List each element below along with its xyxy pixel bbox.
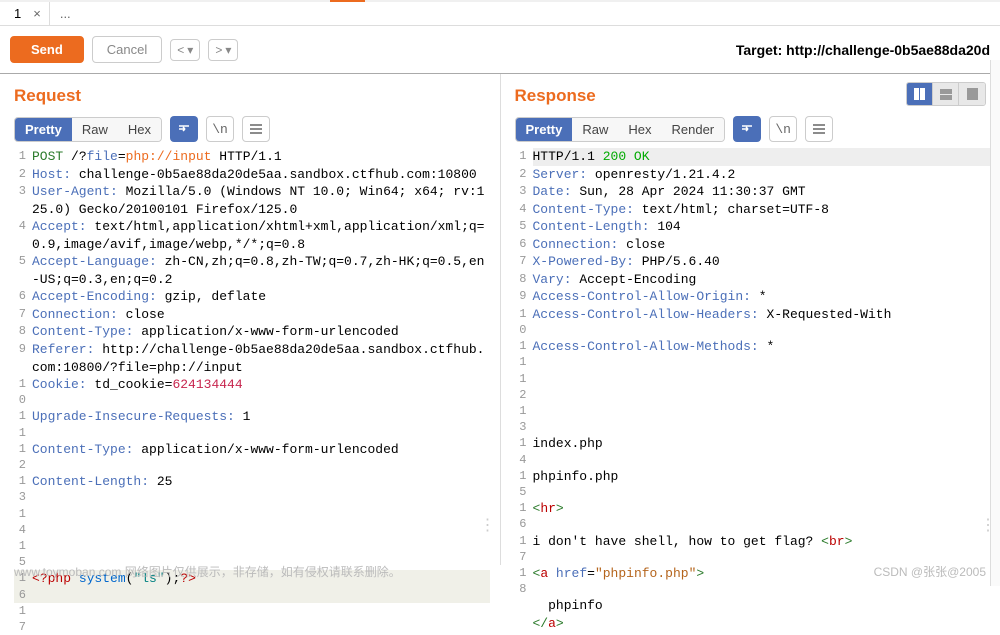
code-line: 13Content-Length: 25: [14, 473, 490, 505]
code-line: 6Accept-Encoding: gzip, deflate: [14, 288, 490, 306]
request-code[interactable]: 1POST /?file=php://input HTTP/1.12Host: …: [14, 148, 490, 635]
layout-columns[interactable]: [907, 83, 933, 105]
action-bar: Send Cancel < ▾ > ▾ Target: http://chall…: [0, 26, 1000, 74]
target-label: Target: http://challenge-0b5ae88da20d: [736, 42, 990, 58]
hamburger-icon[interactable]: [242, 116, 270, 142]
code-line: 2Host: challenge-0b5ae88da20de5aa.sandbo…: [14, 166, 490, 184]
code-line: </a>: [515, 615, 991, 633]
right-sidebar: [990, 60, 1000, 586]
cancel-button[interactable]: Cancel: [92, 36, 162, 63]
send-button[interactable]: Send: [10, 36, 84, 63]
tab-overflow[interactable]: ...: [50, 6, 81, 21]
code-line: 14: [14, 506, 490, 538]
code-line: 15phpinfo.php: [515, 468, 991, 500]
layout-toggles: [906, 82, 986, 106]
request-view-tabs: PrettyRawHex: [14, 117, 162, 142]
chevron-right-icon: >: [215, 43, 222, 57]
watermark: www.toymoban.com 网络图片仅供展示，非存储，如有侵权请联系删除。: [14, 563, 401, 580]
view-tab-raw[interactable]: Raw: [72, 118, 118, 141]
layout-rows[interactable]: [933, 83, 959, 105]
code-line: 11Access-Control-Allow-Methods: *: [515, 338, 991, 370]
nav-forward-group[interactable]: > ▾: [208, 39, 238, 61]
drag-handle-icon[interactable]: ⋮: [480, 515, 496, 535]
code-line: 3User-Agent: Mozilla/5.0 (Windows NT 10.…: [14, 183, 490, 218]
code-line: 11Upgrade-Insecure-Requests: 1: [14, 408, 490, 440]
code-line: 8Content-Type: application/x-www-form-ur…: [14, 323, 490, 341]
n-toggle[interactable]: \n: [206, 116, 234, 142]
code-line: 3Date: Sun, 28 Apr 2024 11:30:37 GMT: [515, 183, 991, 201]
caret-down-icon: ▾: [225, 43, 231, 57]
code-line: 8Vary: Accept-Encoding: [515, 271, 991, 289]
view-tab-pretty[interactable]: Pretty: [15, 118, 72, 141]
tabs-bar: 1 × ...: [0, 2, 1000, 26]
hamburger-icon[interactable]: [805, 116, 833, 142]
code-line: 13: [515, 403, 991, 435]
view-tab-hex[interactable]: Hex: [618, 118, 661, 141]
code-line: phpinfo: [515, 597, 991, 615]
code-line: 5Accept-Language: zh-CN,zh;q=0.8,zh-TW;q…: [14, 253, 490, 288]
code-line: 5Content-Length: 104: [515, 218, 991, 236]
newline-toggle[interactable]: [170, 116, 198, 142]
nav-back-group[interactable]: < ▾: [170, 39, 200, 61]
code-line: 12Content-Type: application/x-www-form-u…: [14, 441, 490, 473]
tab-1[interactable]: 1 ×: [0, 2, 50, 25]
code-line: 9Referer: http://challenge-0b5ae88da20de…: [14, 341, 490, 376]
newline-toggle[interactable]: [733, 116, 761, 142]
view-tab-render[interactable]: Render: [662, 118, 725, 141]
code-line: 17i don't have shell, how to get flag? <…: [515, 533, 991, 565]
view-tab-pretty[interactable]: Pretty: [516, 118, 573, 141]
response-code[interactable]: 1HTTP/1.1 200 OK2Server: openresty/1.21.…: [515, 148, 991, 632]
layout-single[interactable]: [959, 83, 985, 105]
request-title: Request: [14, 86, 81, 106]
n-toggle[interactable]: \n: [769, 116, 797, 142]
code-line: 10Access-Control-Allow-Headers: X-Reques…: [515, 306, 991, 338]
code-line: 1HTTP/1.1 200 OK: [515, 148, 991, 166]
code-line: 10Cookie: td_cookie=624134444: [14, 376, 490, 408]
code-line: 6Connection: close: [515, 236, 991, 254]
code-line: 12: [515, 371, 991, 403]
close-icon[interactable]: ×: [33, 6, 41, 21]
tab-number: 1: [8, 6, 27, 21]
chevron-left-icon: <: [177, 43, 184, 57]
response-view-tabs: PrettyRawHexRender: [515, 117, 726, 142]
attribution: CSDN @张张@2005: [874, 563, 986, 580]
code-line: 9Access-Control-Allow-Origin: *: [515, 288, 991, 306]
view-tab-hex[interactable]: Hex: [118, 118, 161, 141]
request-panel: Request PrettyRawHex \n 1POST /?file=php…: [0, 74, 501, 565]
code-line: 2Server: openresty/1.21.4.2: [515, 166, 991, 184]
response-title: Response: [515, 86, 596, 106]
code-line: 4Content-Type: text/html; charset=UTF-8: [515, 201, 991, 219]
view-tab-raw[interactable]: Raw: [572, 118, 618, 141]
code-line: 16<hr>: [515, 500, 991, 532]
code-line: 17: [14, 603, 490, 635]
code-line: 7Connection: close: [14, 306, 490, 324]
code-line: 14index.php: [515, 435, 991, 467]
code-line: 1POST /?file=php://input HTTP/1.1: [14, 148, 490, 166]
code-line: 7X-Powered-By: PHP/5.6.40: [515, 253, 991, 271]
response-panel: Response PrettyRawHexRender \n 1HTTP/1.1…: [501, 74, 1000, 565]
caret-down-icon: ▾: [187, 43, 193, 57]
code-line: 4Accept: text/html,application/xhtml+xml…: [14, 218, 490, 253]
